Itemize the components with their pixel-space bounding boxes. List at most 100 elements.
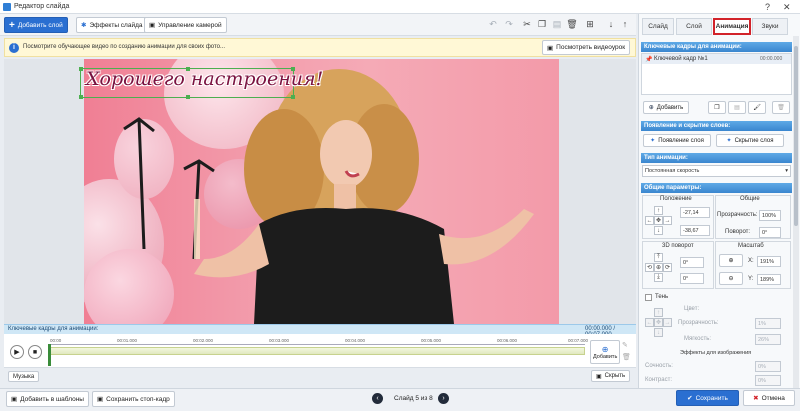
arrow-left-icon[interactable]: ← [645,216,654,225]
keyframes-section-title: Ключевые кадры для анимации: [641,42,792,52]
keyframe-track[interactable] [50,347,585,355]
saturation-input[interactable]: 0% [755,361,781,372]
shadow-checkbox[interactable] [645,294,652,301]
add-layer-button[interactable]: + Добавить слой [4,17,68,33]
slide-effects-button[interactable]: ✱ Эффекты слайда [76,17,148,33]
timeline-header: Ключевые кадры для анимации: 00:00.000 /… [4,324,636,338]
zoom-in-button[interactable]: ⊕ [719,254,743,267]
rotate-left-icon[interactable]: ⟲ [645,263,654,272]
stop-icon[interactable]: ■ [28,345,42,359]
rotation-3d-a-input[interactable]: 0° [680,257,704,268]
rotate-center-icon[interactable]: ⊕ [654,263,663,272]
watch-video-button[interactable]: ▣ Посмотреть видеоурок [542,40,631,55]
slide-photo[interactable] [84,59,559,324]
shadow-down-icon[interactable]: ↓ [654,328,663,337]
shadow-opacity-input[interactable]: 1% [755,318,781,329]
paste-icon: ▤ [734,105,740,111]
softness-label: Мягкость: [684,336,712,342]
prev-slide-icon[interactable]: ‹ [372,393,383,404]
center-icon[interactable]: ✥ [654,216,663,225]
opacity-input[interactable]: 100% [759,210,781,221]
copy-keyframe-button[interactable]: ❐ [708,101,726,114]
tick-label: 00:06.000 [497,338,518,343]
collapse-icon: ▣ [596,373,602,380]
scale-label: Масштаб [738,243,764,249]
playhead[interactable] [48,344,51,366]
effects-icon: ✱ [81,22,87,29]
save-frame-button[interactable]: ▣ Сохранить стоп-кадр [92,391,175,407]
position-y-input[interactable]: -38,67 [680,225,710,236]
arrow-down-icon[interactable]: ↓ [654,226,663,235]
anim-type-select[interactable]: Постоянная скорость ▾ [642,165,791,177]
redo-icon[interactable]: ↷ [502,17,516,31]
play-icon[interactable]: ▶ [10,345,24,359]
hint-text: Посмотрите обучающее видео по созданию а… [23,44,225,50]
scale-x-label: X: [748,258,754,264]
rotate-right-icon[interactable]: ⟳ [663,263,672,272]
keyframe-item[interactable]: 📌 Ключевой кадр №1 00:00.000 [642,54,791,64]
add-to-templates-button[interactable]: ▣ Добавить в шаблоны [6,391,89,407]
scale-y-input[interactable]: 189% [757,274,781,285]
frame-icon: ▣ [97,396,104,403]
save-button[interactable]: ✔ Сохранить [676,390,739,406]
arrow-right-icon[interactable]: → [663,216,672,225]
rotate-down-icon[interactable]: ⤓ [654,273,663,282]
panel-scrollbar[interactable] [793,36,799,388]
tick-label: 00:02.000 [193,338,214,343]
contrast-input[interactable]: 0% [755,375,781,386]
shadow-left-icon[interactable]: ← [645,318,654,327]
delete-keyframe-button[interactable]: 🗑 [772,101,790,114]
template-icon: ▣ [11,396,18,403]
align-icon[interactable]: ⊞ [583,17,597,31]
move-down-icon[interactable]: ↓ [604,17,618,31]
hide-timeline-button[interactable]: ▣ Скрыть [591,370,631,382]
hide-layer-button[interactable]: ✦ Скрытие слоя [716,134,784,147]
cancel-button[interactable]: ✖ Отмена [743,390,795,406]
caption-text[interactable]: Хорошего настроения! [86,68,323,90]
close-icon[interactable]: ✕ [783,2,791,12]
cut-icon[interactable]: ✂ [520,17,534,31]
zoom-out-icon: ⊖ [728,276,734,282]
tab-sounds[interactable]: Звуки [752,18,788,35]
info-icon: i [9,43,19,53]
paste-keyframe-button[interactable]: ▤ [728,101,746,114]
slide-canvas[interactable] [4,59,636,324]
tab-animation[interactable]: Анимация [713,18,751,35]
shadow-center-icon[interactable]: ✥ [654,318,663,327]
move-up-icon[interactable]: ↑ [618,17,632,31]
add-circle-icon: ⊕ [648,105,654,111]
rotation-3d-b-input[interactable]: 0° [680,273,704,284]
arrow-up-icon[interactable]: ↑ [654,206,663,215]
music-button[interactable]: Музыка [8,371,40,382]
brush-button[interactable]: 🖌 [748,101,766,114]
next-slide-icon[interactable]: › [438,393,449,404]
appear-layer-button[interactable]: ✦ Появление слоя [643,134,711,147]
tick-label: 00:01.000 [117,338,138,343]
rotation-3d-label: 3D поворот [662,243,694,249]
add-keyframe-panel-button[interactable]: ⊕ Добавить [643,101,689,114]
rotate-up-icon[interactable]: ⤒ [654,253,663,262]
delete-icon[interactable]: 🗑 [565,17,579,31]
trash-icon[interactable]: 🗑 [622,353,631,361]
camera-control-button[interactable]: ▣ Управление камерой [144,17,227,33]
tab-layer[interactable]: Слой [676,18,712,35]
trash-icon: 🗑 [777,105,785,111]
edit-icon[interactable]: ✎ [622,341,628,349]
rotate-input[interactable]: 0° [759,227,781,238]
shadow-up-icon[interactable]: ↑ [654,308,663,317]
softness-input[interactable]: 26% [755,334,781,345]
cancel-icon: ✖ [753,395,759,402]
scale-x-input[interactable]: 191% [757,256,781,267]
position-x-input[interactable]: -27,14 [680,207,710,218]
help-icon[interactable]: ? [765,2,770,12]
title-bar: Редактор слайда ? ✕ [0,0,800,14]
zoom-out-button[interactable]: ⊖ [719,272,743,285]
copy-icon[interactable]: ❐ [535,17,549,31]
tab-slide[interactable]: Слайд [642,18,674,35]
undo-icon[interactable]: ↶ [486,17,500,31]
add-keyframe-button[interactable]: ⊕ Добавить [590,340,621,364]
pin-icon: 📌 [645,57,653,63]
shadow-right-icon[interactable]: → [663,318,672,327]
scale-y-label: Y: [748,276,754,282]
paste-icon[interactable]: ▤ [550,17,564,31]
